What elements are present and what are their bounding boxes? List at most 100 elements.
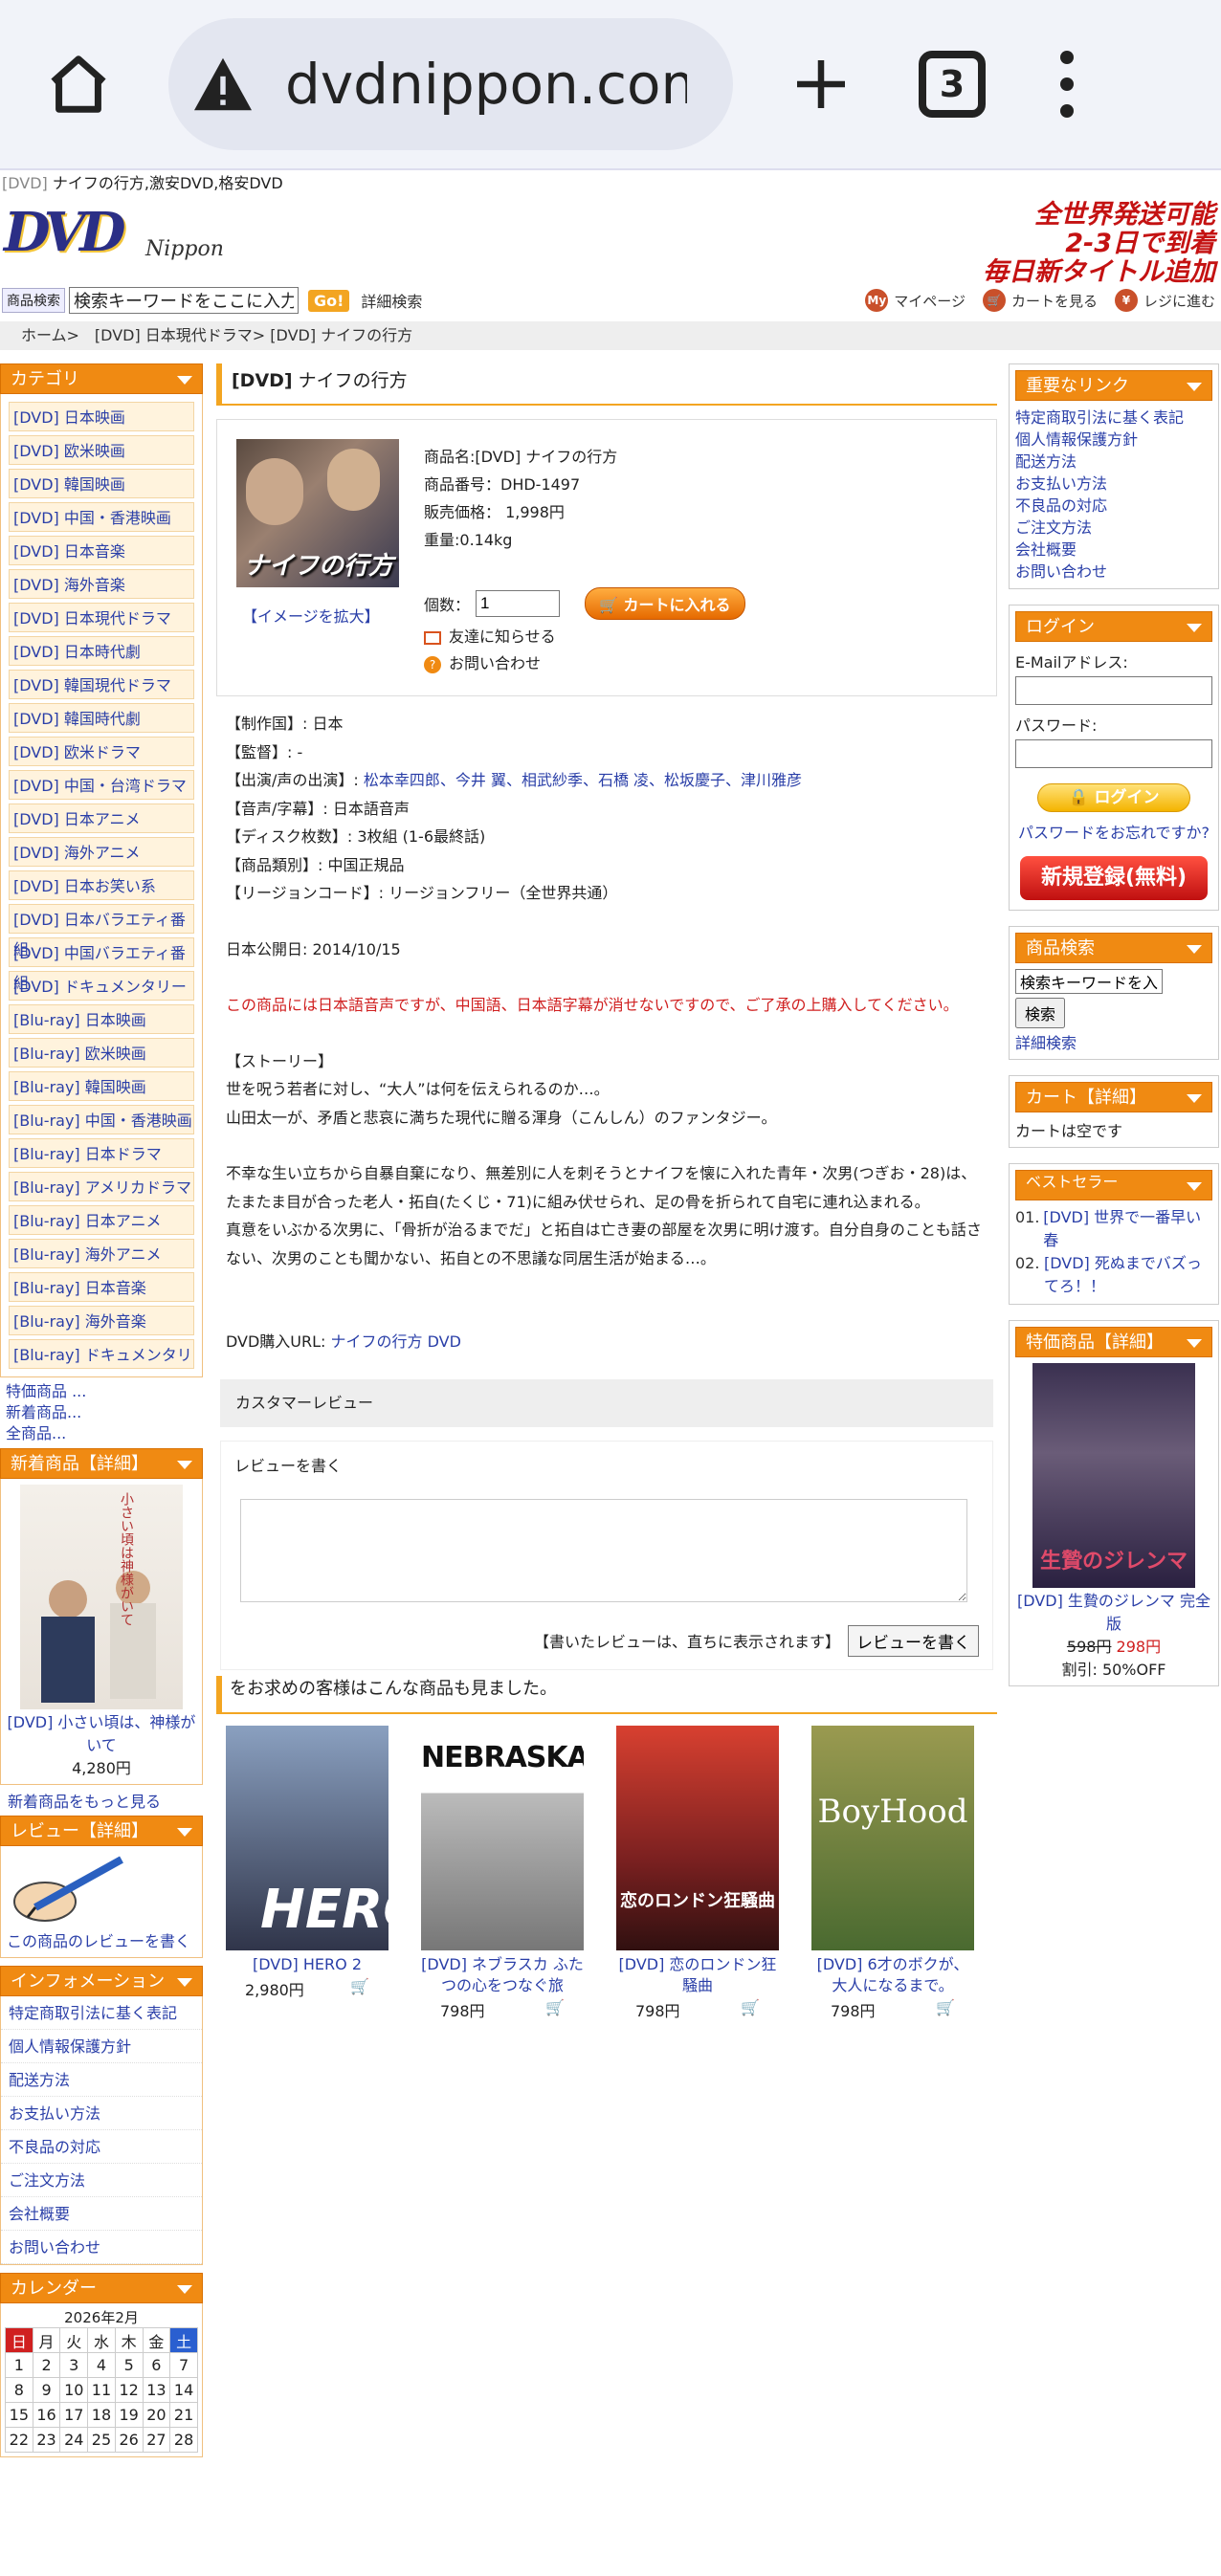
sidebar-advanced-link[interactable]: 詳細検索 [1015,1034,1077,1052]
category-item[interactable]: [DVD] 韓国映画 [9,469,194,498]
important-link[interactable]: お問い合わせ [1015,561,1212,583]
checkout-link[interactable]: ¥ レジに進む [1114,289,1215,312]
product-image[interactable]: ナイフの行方 [236,439,399,587]
category-item[interactable]: [Blu-ray] 中国・香港映画 [9,1105,194,1134]
new-tab-icon[interactable] [781,44,861,124]
cart-icon[interactable]: 🛒 [545,1998,565,2021]
info-link[interactable]: ご注文方法 [1,2164,202,2197]
category-item[interactable]: [Blu-ray] 日本映画 [9,1004,194,1034]
category-item[interactable]: [DVD] 中国・香港映画 [9,502,194,532]
bestseller-link[interactable]: [DVD] 世界で一番早い春 [1043,1206,1212,1252]
category-item[interactable]: [Blu-ray] 日本アニメ [9,1205,194,1235]
category-item[interactable]: [DVD] 日本音楽 [9,536,194,565]
category-item[interactable]: [Blu-ray] 日本ドラマ [9,1138,194,1168]
category-item[interactable]: [Blu-ray] 韓国映画 [9,1071,194,1101]
go-button[interactable]: Go! [308,289,350,312]
warning-icon[interactable] [189,51,256,118]
new-link[interactable]: 新着商品... [6,1403,81,1421]
special-product-name[interactable]: [DVD] 生贄のジレンマ 完全版 [1017,1592,1210,1633]
product-name-link[interactable]: [DVD] ネブラスカ ふたつの心をつなぐ旅 [421,1955,584,1994]
email-field[interactable] [1015,676,1212,705]
category-item[interactable]: [DVD] 韓国現代ドラマ [9,670,194,699]
info-link[interactable]: お問い合わせ [1,2231,202,2264]
important-link[interactable]: 不良品の対応 [1015,495,1212,517]
product-cover[interactable]: NEBRASKA [421,1725,584,1950]
write-review-link[interactable]: この商品のレビューを書く [7,1932,190,1950]
category-item[interactable]: [Blu-ray] ドキュメンタリ [9,1339,194,1369]
forgot-password-link[interactable]: パスワードをお忘れですか? [1015,820,1212,843]
purchase-url-link[interactable]: ナイフの行方 DVD [331,1332,461,1351]
product-cover[interactable]: BoyHood [811,1725,974,1950]
special-header[interactable]: 特価商品【詳細】 [1015,1327,1212,1357]
cart-icon[interactable]: 🛒 [936,1998,955,2021]
more-new-link[interactable]: 新着商品をもっと見る [8,1793,161,1811]
submit-review-button[interactable]: レビューを書く [848,1624,979,1657]
quantity-input[interactable] [476,590,561,617]
register-button[interactable]: 新規登録(無料) [1020,856,1208,900]
product-cover[interactable]: HERO [226,1725,388,1950]
home-icon[interactable] [38,44,119,124]
category-item[interactable]: [DVD] 日本映画 [9,402,194,431]
advanced-search-link[interactable]: 詳細検索 [361,289,422,312]
info-link[interactable]: お支払い方法 [1,2097,202,2130]
sidebar-search-input[interactable] [1015,969,1163,994]
sidebar-search-button[interactable]: 検索 [1015,998,1066,1028]
breadcrumb[interactable]: ホーム> [DVD] 日本現代ドラマ> [DVD] ナイフの行方 [0,321,1221,350]
enlarge-image-link[interactable]: 【イメージを拡大】 [242,604,380,627]
category-item[interactable]: [DVD] 日本バラエティ番組 [9,904,194,958]
important-link[interactable]: ご注文方法 [1015,517,1212,539]
info-link[interactable]: 特定商取引法に基く表記 [1,1996,202,2030]
category-item[interactable]: [DVD] 日本アニメ [9,804,194,833]
inquiry-link[interactable]: ? お問い合わせ [424,650,556,677]
category-item[interactable]: [Blu-ray] アメリカドラマ [9,1172,194,1201]
overflow-menu-icon[interactable] [1053,51,1081,118]
product-name-link[interactable]: [DVD] 6才のボクが、大人になるまで。 [817,1955,969,1994]
important-link[interactable]: 会社概要 [1015,539,1212,561]
address-bar[interactable]: dvdnippon.com/ [168,18,733,150]
category-item[interactable]: [Blu-ray] 海外音楽 [9,1306,194,1335]
category-item[interactable]: [DVD] 日本現代ドラマ [9,603,194,632]
review-textarea[interactable] [240,1498,967,1602]
product-cover[interactable]: 恋のロンドン狂騒曲 [616,1725,779,1950]
category-item[interactable]: [DVD] 海外アニメ [9,837,194,867]
category-item[interactable]: [DVD] 日本時代劇 [9,636,194,666]
info-link[interactable]: 会社概要 [1,2197,202,2231]
info-link[interactable]: 配送方法 [1,2063,202,2097]
important-link[interactable]: 個人情報保護方針 [1015,429,1212,451]
category-item[interactable]: [DVD] 韓国時代劇 [9,703,194,733]
new-product-name[interactable]: [DVD] 小さい頃は、神様がいて [8,1713,196,1754]
cart-header[interactable]: カート【詳細】 [1015,1082,1212,1112]
special-product-image[interactable]: 生贄のジレンマ [1032,1363,1195,1588]
category-item[interactable]: [Blu-ray] 欧米映画 [9,1038,194,1068]
login-button[interactable]: 🔒 ログイン [1037,783,1190,812]
special-link[interactable]: 特価商品 ... [6,1382,86,1400]
review-header[interactable]: レビュー【詳細】 [0,1816,203,1846]
new-products-header[interactable]: 新着商品【詳細】 [0,1448,203,1479]
cart-icon[interactable]: 🛒 [350,1977,369,2000]
cart-icon[interactable]: 🛒 [741,1998,760,2021]
new-product-image[interactable]: 小さい頃は神様がいて [20,1485,183,1709]
category-item[interactable]: [DVD] 中国・台湾ドラマ [9,770,194,800]
view-cart-link[interactable]: 🛒 カートを見る [982,289,1098,312]
tell-friend-link[interactable]: 友達に知らせる [424,624,556,650]
category-item[interactable]: [DVD] 中国バラエティ番組 [9,937,194,992]
product-name-link[interactable]: [DVD] HERO 2 [253,1955,362,1973]
password-field[interactable] [1015,739,1212,768]
search-input[interactable] [69,287,299,314]
cast-link[interactable]: 松本幸四郎、今井 翼、相武紗季、石橋 凌、松坂慶子、津川雅彦 [364,771,802,789]
mypage-link[interactable]: My マイページ [865,289,966,312]
category-item[interactable]: [Blu-ray] 日本音楽 [9,1272,194,1302]
category-item[interactable]: [DVD] 欧米ドラマ [9,737,194,766]
category-item[interactable]: [DVD] ドキュメンタリー [9,971,194,1001]
important-link[interactable]: 配送方法 [1015,451,1212,473]
category-item[interactable]: [Blu-ray] 海外アニメ [9,1239,194,1268]
category-item[interactable]: [DVD] 海外音楽 [9,569,194,599]
tab-count-button[interactable]: 3 [919,51,986,118]
product-name-link[interactable]: [DVD] 恋のロンドン狂騒曲 [619,1955,777,1994]
important-link[interactable]: お支払い方法 [1015,473,1212,495]
important-link[interactable]: 特定商取引法に基く表記 [1015,407,1212,429]
bestseller-link[interactable]: [DVD] 死ぬまでバズってろ！！ [1044,1252,1207,1298]
info-link[interactable]: 不良品の対応 [1,2130,202,2164]
all-link[interactable]: 全商品... [6,1424,66,1442]
site-logo[interactable]: DVD Nippon [4,201,226,268]
